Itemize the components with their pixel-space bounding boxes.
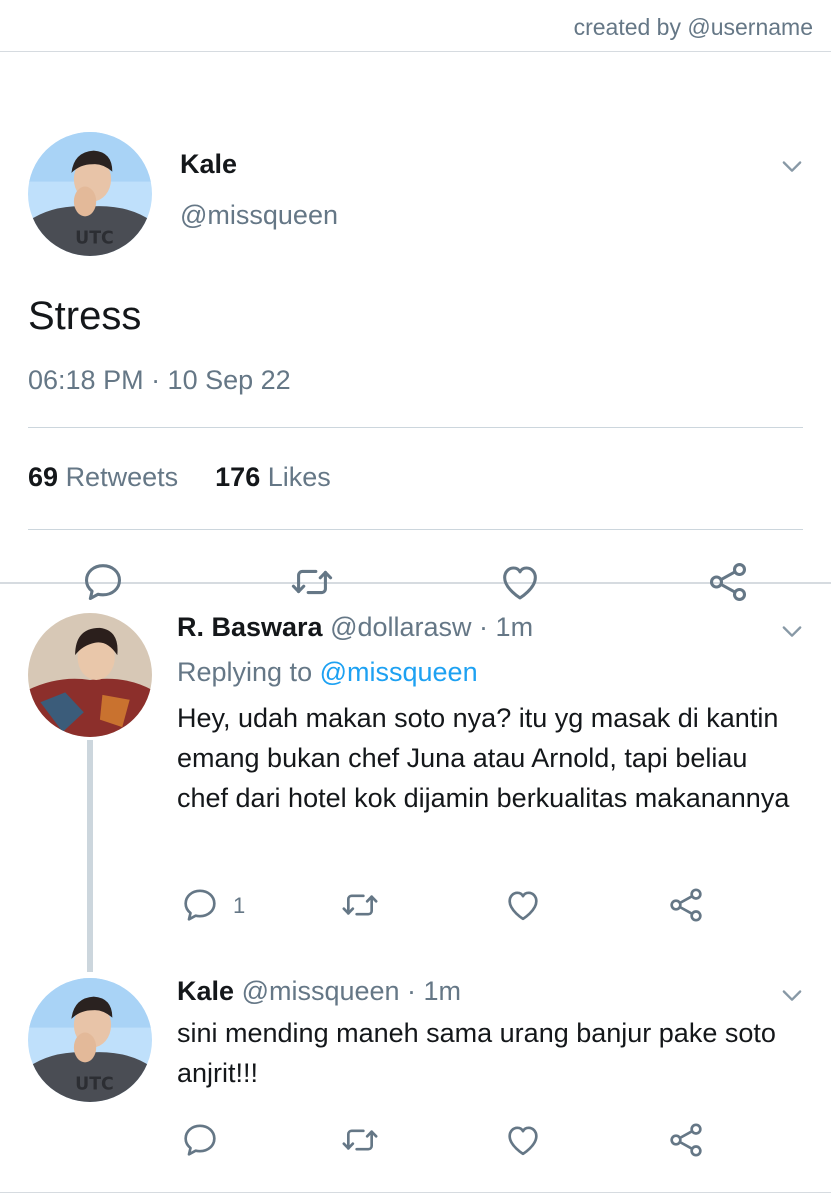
reply-icon[interactable] [80,559,126,605]
divider [28,529,803,530]
author-handle[interactable]: @missqueen [180,200,338,231]
replying-to-handle[interactable]: @missqueen [320,657,478,687]
like-icon[interactable] [503,885,543,925]
reply-header: R. Baswara @dollarasw · 1m [177,612,533,643]
chevron-down-icon[interactable] [778,152,806,180]
chevron-down-icon[interactable] [778,617,806,645]
reply-header: Kale @missqueen · 1m [177,976,461,1007]
thread-line [87,740,93,972]
replying-prefix: Replying to [177,657,313,687]
likes-label: Likes [267,462,331,492]
like-icon[interactable] [497,559,543,605]
author-name[interactable]: Kale [177,976,234,1006]
avatar[interactable] [28,613,152,737]
retweets-stat[interactable]: 69 Retweets [28,462,178,492]
retweet-icon[interactable] [340,885,380,925]
author-name[interactable]: R. Baswara [177,612,323,642]
likes-count: 176 [215,462,261,492]
creator-credit: created by @username [573,14,813,40]
author-name[interactable]: Kale [180,149,237,180]
divider [28,427,803,428]
reply-icon[interactable] [180,885,220,925]
retweet-icon[interactable] [340,1120,380,1160]
replying-to: Replying to @missqueen [177,657,478,688]
retweets-count: 69 [28,462,59,492]
author-handle-time[interactable]: @dollarasw · 1m [330,612,533,642]
likes-stat[interactable]: 176 Likes [215,462,331,492]
divider [0,1192,831,1193]
chevron-down-icon[interactable] [778,981,806,1009]
author-handle-time[interactable]: @missqueen · 1m [242,976,461,1006]
tweet-stats: 69 Retweets 176 Likes [28,462,331,493]
reply-icon[interactable] [180,1120,220,1160]
top-bar: created by @username [0,0,831,52]
reply-text: Hey, udah makan soto nya? itu yg masak d… [177,703,790,813]
reply-count: 1 [233,893,246,918]
like-icon[interactable] [503,1120,543,1160]
tweet-timestamp[interactable]: 06:18 PM · 10 Sep 22 [28,365,291,396]
reply-text: sini mending maneh sama urang banjur pak… [177,1018,776,1088]
share-icon[interactable] [705,559,751,605]
retweet-icon[interactable] [289,559,335,605]
share-icon[interactable] [666,885,706,925]
main-tweet: Kale @missqueen Stress 06:18 PM · 10 Sep… [0,52,831,584]
share-icon[interactable] [666,1120,706,1160]
avatar[interactable] [28,978,152,1102]
avatar[interactable] [28,132,152,256]
tweet-text: Stress [28,294,142,338]
retweets-label: Retweets [65,462,179,492]
